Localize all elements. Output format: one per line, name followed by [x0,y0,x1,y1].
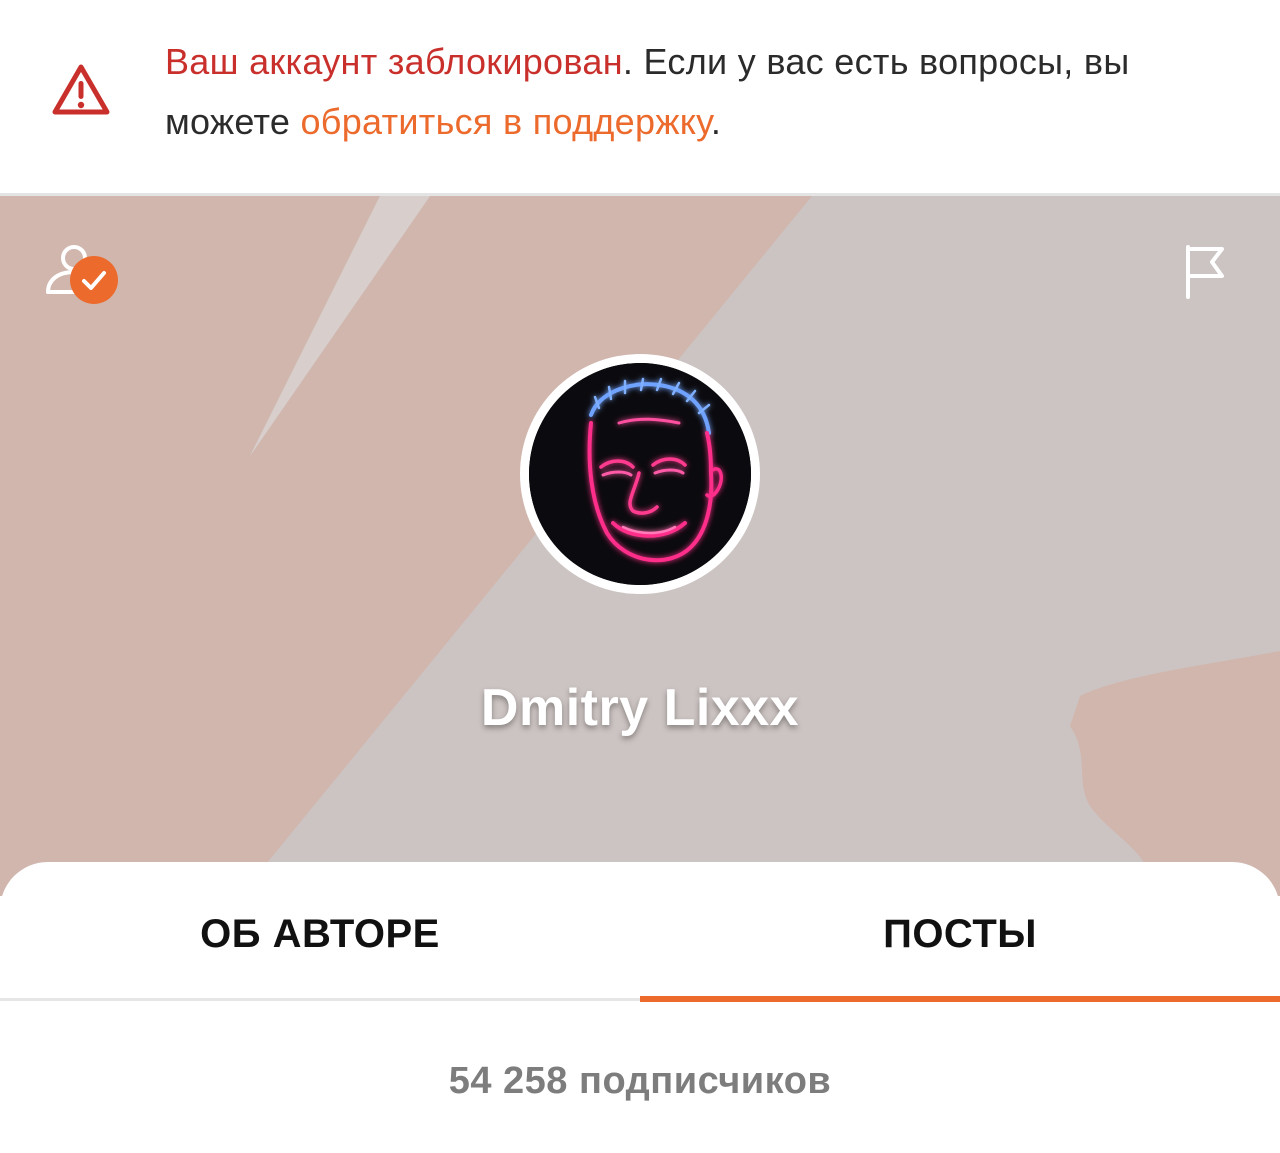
subscribers-count: 54 258 подписчиков [448,1060,832,1102]
tab-about-author[interactable]: ОБ АВТОРЕ [0,862,640,1000]
flag-icon[interactable] [1182,243,1226,299]
tab-posts[interactable]: ПОСТЫ [640,862,1280,1000]
blocked-banner: Ваш аккаунт заблокирован. Если у вас ест… [0,0,1280,193]
banner-message: Ваш аккаунт заблокирован. Если у вас ест… [165,32,1225,152]
banner-text-end: . [710,101,722,142]
avatar-image [529,363,751,585]
profile-tabs-card: ОБ АВТОРЕ ПОСТЫ 54 258 подписчиков [0,862,1280,1153]
user-check-icon[interactable] [44,240,122,306]
active-tab-indicator [640,996,1280,1002]
support-link[interactable]: обратиться в поддержку [300,101,710,142]
blocked-text: Ваш аккаунт заблокирован [165,41,623,82]
neon-face-illustration [529,363,751,585]
profile-page: Ваш аккаунт заблокирован. Если у вас ест… [0,0,1280,1153]
author-name: Dmitry Lixxx [480,679,800,737]
author-avatar [520,354,760,594]
warning-triangle-icon [52,64,110,115]
